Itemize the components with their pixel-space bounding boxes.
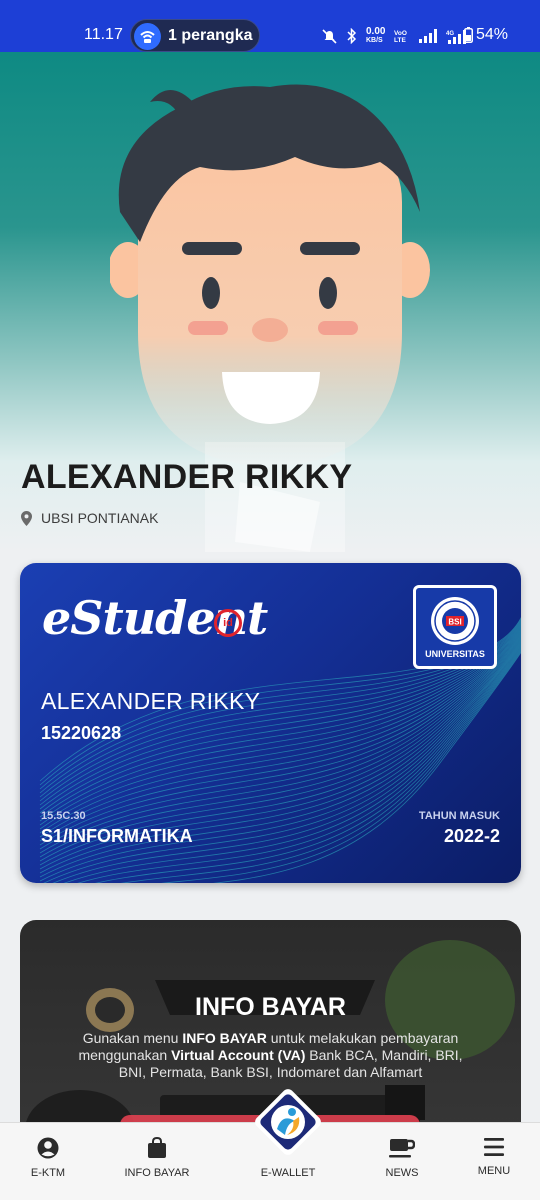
data-speed: 0.00 KB/S [366, 26, 386, 45]
profile-name: ALEXANDER RIKKY [21, 458, 353, 496]
hotspot-pill[interactable]: 1 perangka [130, 19, 260, 52]
svg-text:4G: 4G [446, 31, 454, 37]
nav-ektm[interactable]: E-KTM [3, 1137, 93, 1179]
nav-news-label: NEWS [385, 1167, 419, 1179]
svg-text:BSI: BSI [448, 618, 461, 627]
nav-ewallet-label: E-WALLET [260, 1167, 316, 1179]
card-student-name: ALEXANDER RIKKY [41, 688, 261, 714]
battery-icon [464, 27, 473, 43]
card-class-code: 15.5C.30 [41, 810, 86, 822]
bsi-seal-icon: BSI [431, 597, 479, 645]
svg-text:VoO: VoO [394, 30, 407, 37]
signal-icon-1 [419, 29, 438, 43]
mute-icon [322, 28, 337, 44]
status-icons: 0.00 KB/S VoO LTE 4G [322, 26, 467, 45]
nav-info-bayar[interactable]: INFO BAYAR [112, 1137, 202, 1179]
info-bayar-title: INFO BAYAR [195, 993, 346, 1021]
volte-icon: VoOLTE [394, 30, 407, 43]
university-label: UNIVERSITAS [425, 649, 485, 659]
status-bar: 11.17 1 perangka 0.00 KB/S VoO LTE 4G 54% [0, 0, 540, 52]
nav-ewallet[interactable]: E-WALLET [243, 1167, 333, 1179]
university-badge: BSI UNIVERSITAS [413, 585, 497, 669]
coffee-cup-icon [389, 1139, 415, 1158]
nav-menu[interactable]: MENU [449, 1137, 539, 1177]
student-id-card[interactable]: eStudent id BSI UNIVERSITAS ALEXANDER RI… [20, 563, 521, 883]
user-circle-icon [37, 1137, 59, 1159]
estudent-logo-badge: id [214, 609, 242, 637]
nav-ektm-label: E-KTM [30, 1167, 66, 1179]
shopping-bag-icon [148, 1137, 166, 1158]
campus-location: UBSI PONTIANAK [21, 510, 158, 526]
ewallet-fab-button[interactable] [249, 1083, 327, 1161]
svg-text:LTE: LTE [394, 37, 406, 43]
bluetooth-icon [347, 28, 357, 44]
campus-name: UBSI PONTIANAK [41, 510, 159, 526]
battery-percent: 54% [476, 26, 509, 43]
info-bayar-description: Gunakan menu INFO BAYAR untuk melakukan … [78, 1030, 463, 1080]
nav-news[interactable]: NEWS [357, 1137, 447, 1179]
location-pin-icon [21, 510, 32, 526]
nav-menu-label: MENU [477, 1165, 511, 1177]
hotspot-icon [134, 23, 161, 50]
status-time: 11.17 [84, 26, 123, 43]
nav-info-bayar-label: INFO BAYAR [124, 1167, 190, 1179]
hotspot-text: 1 perangka [168, 27, 253, 44]
card-year-label: TAHUN MASUK [418, 810, 500, 822]
profile-header: ALEXANDER RIKKY UBSI PONTIANAK [0, 52, 540, 552]
battery: 54% [464, 26, 508, 44]
card-entry-year: 2022-2 [443, 826, 500, 846]
card-student-nim: 15220628 [41, 723, 122, 743]
hamburger-menu-icon [484, 1138, 504, 1156]
card-program: S1/INFORMATIKA [41, 826, 193, 846]
